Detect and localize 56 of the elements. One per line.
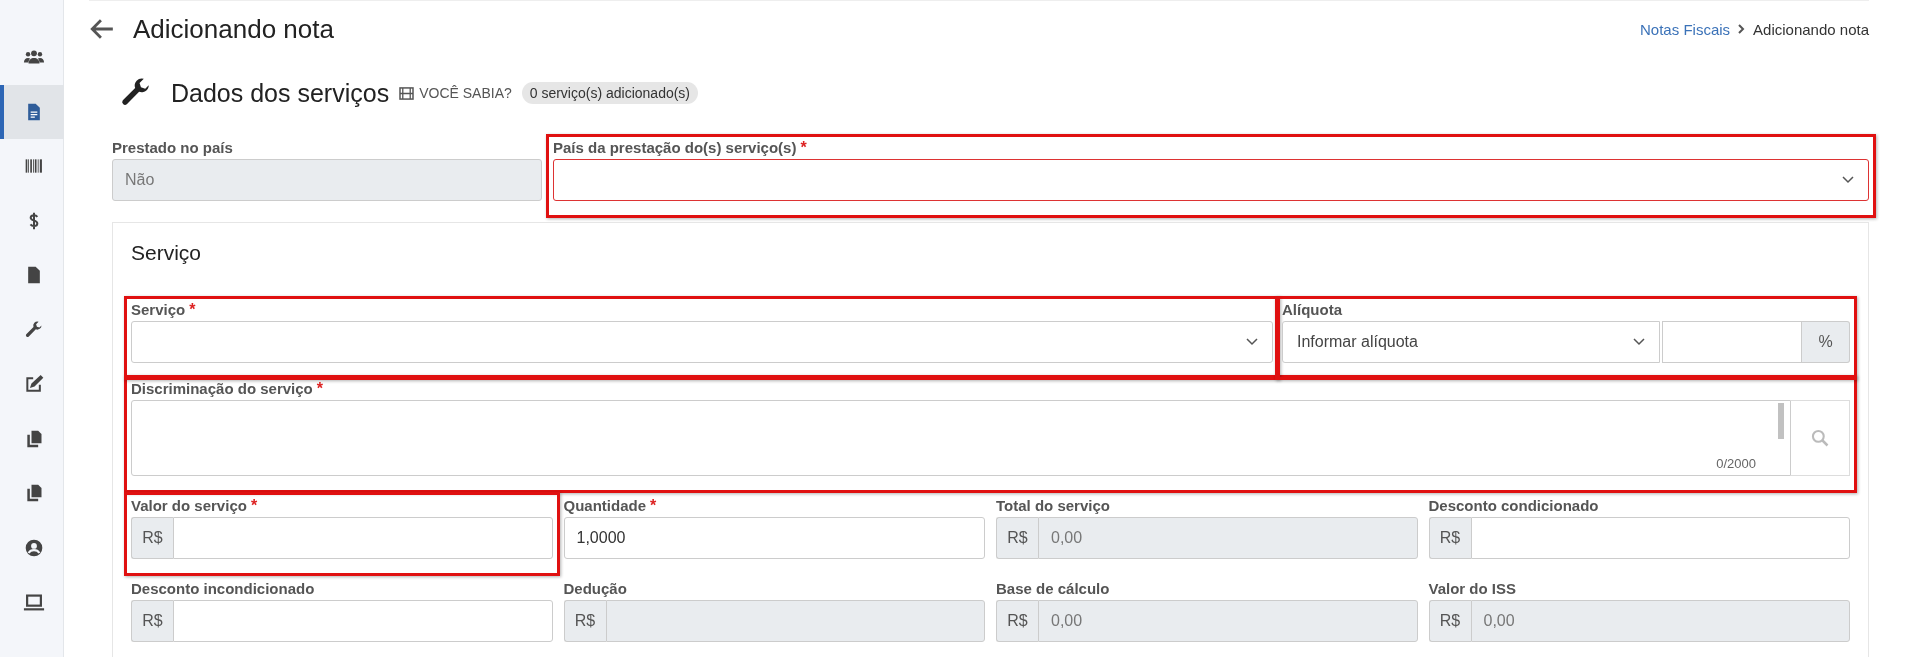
required-asterisk: *: [250, 497, 258, 515]
required-asterisk: *: [800, 139, 807, 157]
count-badge: 0 serviço(s) adicionado(s): [521, 82, 699, 104]
edit-icon: [24, 374, 44, 395]
field-label: Valor do serviço: [131, 497, 247, 514]
input-field[interactable]: [1470, 517, 1850, 559]
field-label: Base de cálculo: [996, 580, 1110, 597]
card-title: Serviço: [131, 241, 203, 265]
copy-icon: [24, 483, 44, 504]
copy-icon: [24, 428, 44, 449]
select-field[interactable]: [131, 321, 1273, 363]
currency-prefix: R$: [996, 600, 1038, 642]
breadcrumb-link[interactable]: Notas Fiscais: [1640, 20, 1731, 38]
scrollbar[interactable]: [1778, 403, 1784, 439]
currency-prefix: R$: [131, 517, 173, 559]
input-field[interactable]: [173, 600, 553, 642]
field-label: Dedução: [563, 580, 627, 597]
chevron-down-icon: [1633, 338, 1645, 346]
chevron-down-icon: [1842, 176, 1854, 184]
character-counter: 0/2000: [1716, 456, 1756, 471]
field-label: Valor do ISS: [1428, 580, 1517, 597]
field-label: Quantidade: [563, 497, 646, 514]
required-asterisk: *: [316, 380, 323, 398]
chevron-right-icon: [1738, 24, 1746, 34]
field-label: País da prestação do(s) serviço(s): [553, 139, 797, 156]
field-label: Discriminação do serviço: [131, 380, 313, 397]
currency-prefix: R$: [996, 517, 1038, 559]
currency-prefix: R$: [1428, 517, 1471, 559]
field-label: Serviço: [131, 301, 186, 318]
sidebar-item[interactable]: [0, 84, 64, 139]
film-icon: [399, 86, 415, 100]
did-you-know-link[interactable]: VOCÊ SABIA?: [399, 85, 512, 101]
section-title: Dados dos serviços: [171, 78, 390, 108]
field-label: Prestado no país: [112, 139, 233, 156]
user-icon: [24, 537, 44, 558]
required-asterisk: *: [650, 497, 657, 515]
select-field[interactable]: Informar alíquota: [1282, 321, 1660, 363]
currency-prefix: R$: [563, 600, 606, 642]
input-field[interactable]: [1662, 321, 1802, 363]
breadcrumb-current: Adicionando nota: [1753, 20, 1869, 38]
percent-suffix: %: [1802, 321, 1850, 363]
currency-prefix: R$: [1428, 600, 1471, 642]
input-field[interactable]: [173, 517, 553, 559]
required-asterisk: *: [189, 301, 196, 319]
field-label: Desconto condicionado: [1428, 497, 1599, 514]
select-field[interactable]: [553, 159, 1869, 201]
field-label: Alíquota: [1282, 301, 1342, 318]
wrench-icon: [24, 319, 44, 340]
chevron-down-icon: [1246, 338, 1258, 346]
field-label: Desconto incondicionado: [131, 580, 315, 597]
currency-prefix: R$: [131, 600, 173, 642]
input-field[interactable]: 1,0000: [563, 517, 985, 559]
field-label: Total do serviço: [996, 497, 1110, 514]
textarea-field[interactable]: 0/2000: [131, 400, 1791, 476]
page-title: Adicionando nota: [133, 13, 335, 45]
search-icon: [1810, 428, 1830, 448]
